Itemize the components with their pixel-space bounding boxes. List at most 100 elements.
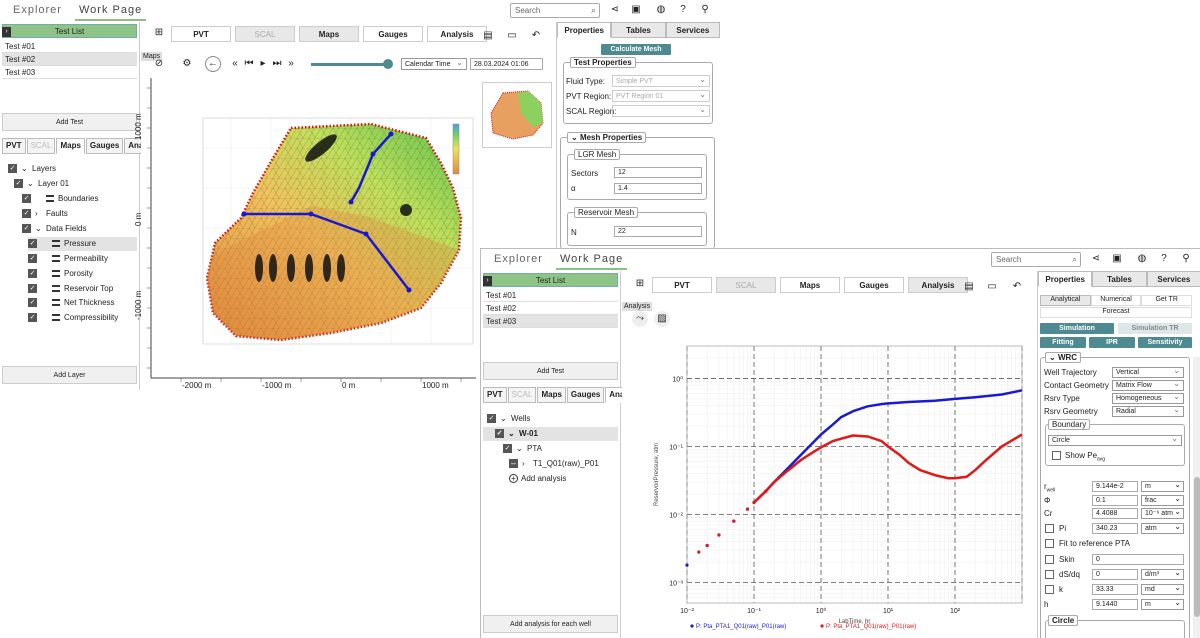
explorer-tab[interactable]: Explorer xyxy=(494,253,543,265)
checkbox-icon[interactable]: ✓ xyxy=(14,179,23,189)
h-unit-select[interactable]: m xyxy=(1141,598,1184,610)
help-icon[interactable]: ? xyxy=(677,4,689,16)
pvt-region-select[interactable]: PVT Region 01 xyxy=(612,89,710,102)
chevron-down-icon[interactable]: ⌄ xyxy=(500,412,508,426)
cr-input[interactable]: 4.4088 xyxy=(1092,508,1138,519)
tab-gauges[interactable]: Gauges xyxy=(844,277,904,293)
pi-unit-select[interactable]: atm xyxy=(1141,522,1184,534)
contact-geometry-select[interactable]: Matrix Flow xyxy=(1112,379,1184,391)
test-item-03[interactable]: Test #03 xyxy=(2,66,137,79)
k-input[interactable]: 33.33 xyxy=(1092,584,1138,595)
reservoir-map[interactable] xyxy=(141,78,476,390)
user-icon[interactable]: ⚲ xyxy=(699,4,711,16)
add-test-button[interactable]: Add Test xyxy=(483,362,618,380)
sensitivity-button[interactable]: Sensitivity xyxy=(1138,337,1192,348)
grid-icon[interactable]: ⊞ xyxy=(153,27,165,39)
chevron-right-icon[interactable]: › xyxy=(35,207,43,221)
search-input[interactable]: Search ⌕ xyxy=(991,252,1081,267)
checkbox-icon[interactable]: ✓ xyxy=(22,224,31,234)
undo-icon[interactable]: ↶ xyxy=(1011,281,1023,293)
work-page-tab[interactable]: Work Page xyxy=(555,253,628,270)
test-item-01[interactable]: Test #01 xyxy=(483,289,618,302)
time-slider[interactable] xyxy=(311,63,389,66)
phi-input[interactable]: 0.1 xyxy=(1092,495,1138,506)
subtab-analytical[interactable]: Analytical xyxy=(1040,295,1091,306)
tab-services[interactable]: Services xyxy=(1146,271,1200,287)
search-input[interactable]: Search ⌕ xyxy=(510,3,600,18)
k-unit-select[interactable]: md xyxy=(1141,583,1184,595)
tree-net-thickness[interactable]: ✓ Net Thickness xyxy=(28,296,137,310)
collapse-arrow-icon[interactable]: › xyxy=(483,276,492,286)
step-forward-icon[interactable]: ⏭ xyxy=(271,58,283,70)
tab-properties[interactable]: Properties xyxy=(557,22,612,38)
rsrv-geometry-select[interactable]: Radial xyxy=(1112,405,1184,417)
fitting-button[interactable]: Fitting xyxy=(1040,337,1086,348)
tree-porosity[interactable]: ✓ Porosity xyxy=(28,267,137,281)
help-icon[interactable]: ? xyxy=(1158,253,1170,265)
time-slider-handle[interactable] xyxy=(383,59,393,69)
test-item-02[interactable]: Test #02 xyxy=(483,302,618,315)
rwell-unit-select[interactable]: m xyxy=(1141,480,1184,492)
subtab-gauges[interactable]: Gauges xyxy=(85,138,124,154)
image-icon[interactable]: ▨ xyxy=(654,311,670,327)
tree-reservoir-top[interactable]: ✓ Reservoir Top xyxy=(28,282,137,296)
document-icon[interactable]: ▤ xyxy=(482,30,494,42)
grid-icon[interactable]: ⊞ xyxy=(634,278,646,290)
checkbox-icon[interactable]: ✓ xyxy=(487,414,496,424)
checkbox-icon[interactable]: ✓ xyxy=(28,269,37,279)
add-analysis-button[interactable]: + Add analysis xyxy=(509,472,618,486)
checkbox-icon[interactable]: ✓ xyxy=(495,429,504,439)
calculate-mesh-button[interactable]: Calculate Mesh xyxy=(601,44,671,55)
collapse-arrow-icon[interactable]: › xyxy=(2,27,11,37)
tree-faults[interactable]: ✓ › Faults xyxy=(22,207,137,221)
step-back-icon[interactable]: ⏮ xyxy=(243,58,255,70)
tab-analysis[interactable]: Analysis xyxy=(908,277,968,293)
user-icon[interactable]: ⚲ xyxy=(1180,253,1192,265)
save-icon[interactable]: ▣ xyxy=(630,4,642,16)
tree-data-fields[interactable]: ✓ ⌄ Data Fields xyxy=(22,222,137,236)
explorer-tab[interactable]: Explorer xyxy=(13,4,62,16)
chevron-down-icon[interactable]: ⌄ xyxy=(516,442,524,456)
tree-compressibility[interactable]: ✓ Compressibility xyxy=(28,311,137,325)
tab-services[interactable]: Services xyxy=(665,22,720,38)
checkbox-icon[interactable]: ✓ xyxy=(503,444,512,454)
chevron-down-icon[interactable]: ⌄ xyxy=(1049,353,1058,362)
tab-pvt[interactable]: PVT xyxy=(171,26,231,42)
ipr-button[interactable]: IPR xyxy=(1089,337,1135,348)
tree-wells[interactable]: ✓ ⌄ Wells xyxy=(487,412,618,426)
scrollbar-thumb[interactable] xyxy=(1194,477,1200,617)
phi-unit-select[interactable]: frac xyxy=(1141,494,1184,506)
tree-pta[interactable]: ✓ ⌄ PTA xyxy=(503,442,618,456)
tree-permeability[interactable]: ✓ Permeability xyxy=(28,252,137,266)
alpha-input[interactable]: 1.4 xyxy=(614,183,702,194)
cr-unit-select[interactable]: 10⁻⁶ atm xyxy=(1141,507,1184,519)
chevron-down-icon[interactable]: ⌄ xyxy=(35,222,43,236)
share-icon[interactable]: ⋖ xyxy=(1090,253,1102,265)
tab-analysis[interactable]: Analysis xyxy=(427,26,487,42)
chevron-down-icon[interactable]: ⌄ xyxy=(508,427,516,441)
skin-input[interactable]: 0 xyxy=(1092,554,1184,565)
rsrv-type-select[interactable]: Homogeneous xyxy=(1112,392,1184,404)
globe-icon[interactable]: ◍ xyxy=(655,4,667,16)
tab-maps[interactable]: Maps xyxy=(780,277,840,293)
fluid-type-select[interactable]: Simple PVT xyxy=(612,74,710,87)
k-checkbox[interactable] xyxy=(1045,585,1054,594)
comment-icon[interactable]: ▭ xyxy=(986,281,998,293)
partial-checkbox-icon[interactable]: – xyxy=(509,459,518,469)
subtab-get-tr[interactable]: Get TR xyxy=(1141,295,1193,306)
checkbox-icon[interactable]: ✓ xyxy=(22,209,31,219)
tree-boundaries[interactable]: ✓ Boundaries xyxy=(22,192,137,206)
n-input[interactable]: 22 xyxy=(614,226,702,237)
chevron-down-icon[interactable]: ⌄ xyxy=(21,162,29,176)
undo-icon[interactable]: ↶ xyxy=(530,30,542,42)
share-icon[interactable]: ⋖ xyxy=(609,4,621,16)
document-icon[interactable]: ▤ xyxy=(963,281,975,293)
fast-forward-icon[interactable]: » xyxy=(285,58,297,70)
checkbox-icon[interactable]: ✓ xyxy=(28,284,37,294)
back-arrow-icon[interactable]: ← xyxy=(205,56,221,72)
add-analysis-each-well-button[interactable]: Add analysis for each well xyxy=(483,615,618,633)
tab-gauges[interactable]: Gauges xyxy=(363,26,423,42)
tab-pvt[interactable]: PVT xyxy=(652,277,712,293)
save-icon[interactable]: ▣ xyxy=(1111,253,1123,265)
scal-region-select[interactable] xyxy=(612,104,710,117)
